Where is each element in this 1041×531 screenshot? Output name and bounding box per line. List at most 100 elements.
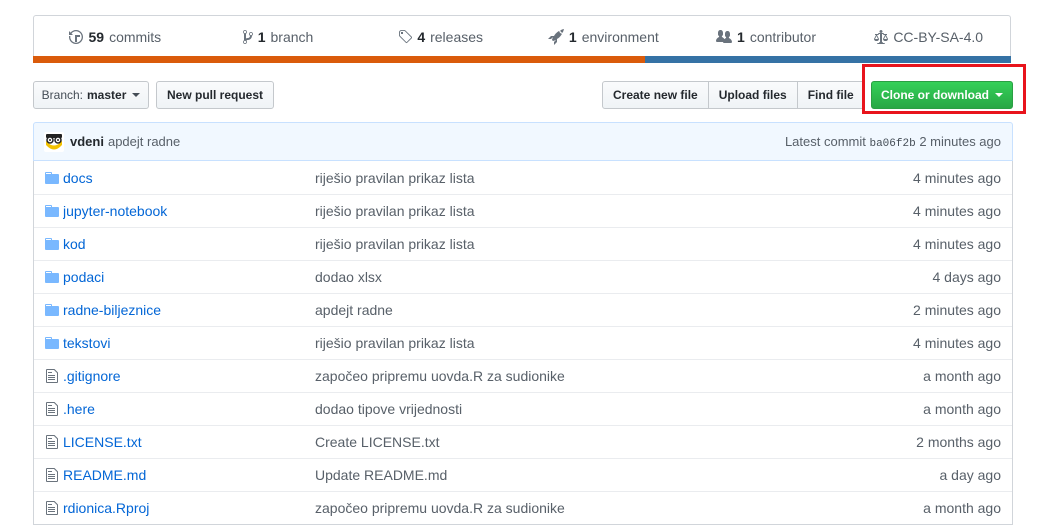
commits-label: commits bbox=[109, 28, 162, 45]
file-name-link[interactable]: .gitignore bbox=[63, 368, 315, 384]
commits-link[interactable]: 59 commits bbox=[34, 29, 197, 45]
file-name-link[interactable]: LICENSE.txt bbox=[63, 434, 315, 450]
file-commit-message[interactable]: riješio pravilan prikaz lista bbox=[315, 236, 841, 252]
file-icon bbox=[44, 434, 60, 450]
environments-count: 1 bbox=[568, 28, 577, 45]
releases-label: releases bbox=[430, 28, 484, 45]
file-commit-message[interactable]: Create LICENSE.txt bbox=[315, 434, 841, 450]
caret-down-icon bbox=[132, 93, 141, 97]
file-name-link[interactable]: .here bbox=[63, 401, 315, 417]
law-icon bbox=[874, 29, 889, 44]
file-age: 4 days ago bbox=[932, 269, 1002, 285]
folder-icon bbox=[44, 335, 60, 351]
file-row: .here dodao tipove vrijednosti a month ago bbox=[34, 392, 1012, 425]
folder-icon bbox=[44, 236, 60, 252]
avatar[interactable] bbox=[44, 131, 64, 152]
file-commit-message[interactable]: riješio pravilan prikaz lista bbox=[315, 335, 841, 351]
file-name-link[interactable]: podaci bbox=[63, 269, 315, 285]
file-icon bbox=[44, 500, 60, 516]
branch-icon bbox=[242, 29, 253, 44]
contributors-label: contributor bbox=[749, 28, 816, 45]
folder-icon bbox=[44, 203, 60, 219]
file-row: README.md Update README.md a day ago bbox=[34, 458, 1012, 491]
upload-files-button[interactable]: Upload files bbox=[707, 81, 798, 109]
rocket-icon bbox=[547, 28, 564, 45]
commit-author[interactable]: vdeni bbox=[70, 134, 104, 149]
file-commit-message[interactable]: dodao tipove vrijednosti bbox=[315, 401, 841, 417]
commit-message[interactable]: apdejt radne bbox=[108, 134, 180, 149]
environments-label: environment bbox=[581, 28, 659, 45]
contributors-count: 1 bbox=[737, 28, 745, 45]
license-label: CC-BY-SA-4.0 bbox=[893, 28, 984, 45]
branch-select-button[interactable]: Branch: master bbox=[33, 81, 149, 109]
file-age: a month ago bbox=[923, 500, 1001, 516]
file-actions-group: Create new file Upload files Find file bbox=[602, 81, 865, 109]
file-icon bbox=[44, 401, 60, 417]
language-segment-secondary bbox=[645, 56, 1011, 63]
folder-icon bbox=[44, 170, 60, 186]
file-row: radne-biljeznice apdejt radne 2 minutes ag… bbox=[34, 293, 1012, 326]
highlight-box bbox=[862, 64, 1026, 114]
latest-commit-info: Latest commit ba06f2b 2 minutes ago bbox=[785, 134, 1001, 150]
file-row: kod riješio pravilan prikaz lista 4 minute… bbox=[34, 227, 1012, 260]
releases-link[interactable]: 4 releases bbox=[359, 29, 522, 45]
file-icon bbox=[44, 467, 60, 483]
file-name-link[interactable]: jupyter-notebook bbox=[63, 203, 315, 219]
file-age: a day ago bbox=[939, 467, 1002, 483]
contributors-link[interactable]: 1 contributor bbox=[685, 29, 848, 45]
file-age: 4 minutes ago bbox=[913, 236, 1001, 252]
find-file-button[interactable]: Find file bbox=[796, 81, 865, 109]
branches-link[interactable]: 1 branch bbox=[197, 29, 360, 45]
file-row: podaci dodao xlsx 4 days ago bbox=[34, 260, 1012, 293]
file-row: .gitignore započeo pripremu uovda.R za su… bbox=[34, 359, 1012, 392]
file-row: tekstovi riješio pravilan prikaz lista 4 m… bbox=[34, 326, 1012, 359]
language-segment-primary bbox=[33, 56, 646, 63]
file-age: 2 minutes ago bbox=[913, 302, 1001, 318]
latest-commit-bar: vdeni apdejt radne Latest commit ba06f2b… bbox=[33, 122, 1013, 161]
file-age: 4 minutes ago bbox=[913, 335, 1001, 351]
history-icon bbox=[69, 29, 84, 44]
file-name-link[interactable]: rdionica.Rproj bbox=[63, 500, 315, 516]
environments-link[interactable]: 1 environment bbox=[522, 28, 685, 45]
file-commit-message[interactable]: riješio pravilan prikaz lista bbox=[315, 170, 841, 186]
file-row: LICENSE.txt Create LICENSE.txt 2 months ag… bbox=[34, 425, 1012, 458]
create-new-file-button[interactable]: Create new file bbox=[602, 81, 709, 109]
file-age: 2 months ago bbox=[916, 434, 1001, 450]
branches-count: 1 bbox=[257, 28, 266, 45]
file-name-link[interactable]: tekstovi bbox=[63, 335, 315, 351]
file-commit-message[interactable]: dodao xlsx bbox=[315, 269, 841, 285]
file-row: rdionica.Rproj započeo pripremu uovda.R z… bbox=[34, 491, 1012, 524]
language-bar[interactable] bbox=[33, 56, 1011, 63]
commit-age: 2 minutes ago bbox=[919, 133, 1001, 149]
latest-commit-label: Latest commit bbox=[784, 133, 866, 149]
tag-icon bbox=[399, 29, 413, 43]
people-icon bbox=[716, 29, 733, 43]
file-age: 4 minutes ago bbox=[913, 203, 1001, 219]
file-commit-message[interactable]: započeo pripremu uovda.R za sudionike bbox=[315, 500, 841, 516]
file-age: 4 minutes ago bbox=[913, 169, 1001, 186]
license-link[interactable]: CC-BY-SA-4.0 bbox=[847, 29, 1010, 45]
repo-summary: 59 commits 1 branch 4 releases 1 environ… bbox=[33, 15, 1011, 63]
file-commit-message[interactable]: apdejt radne bbox=[315, 302, 841, 318]
new-pull-request-button[interactable]: New pull request bbox=[156, 81, 274, 109]
file-commit-message[interactable]: riješio pravilan prikaz lista bbox=[315, 203, 841, 219]
file-commit-message[interactable]: Update README.md bbox=[315, 467, 841, 483]
folder-icon bbox=[44, 269, 60, 285]
commits-count: 59 bbox=[88, 28, 105, 45]
file-row: jupyter-notebook riješio pravilan prikaz … bbox=[34, 194, 1012, 227]
file-row: docs riješio pravilan prikaz lista 4 minut… bbox=[34, 161, 1012, 194]
commit-sha[interactable]: ba06f2b bbox=[869, 138, 915, 150]
file-name-link[interactable]: README.md bbox=[63, 467, 315, 483]
file-age: a month ago bbox=[923, 368, 1001, 384]
folder-icon bbox=[44, 302, 60, 318]
releases-count: 4 bbox=[417, 28, 426, 45]
branches-label: branch bbox=[270, 28, 314, 45]
file-commit-message[interactable]: započeo pripremu uovda.R za sudionike bbox=[315, 368, 841, 384]
file-list: docs riješio pravilan prikaz lista 4 minut… bbox=[33, 161, 1013, 525]
file-age: a month ago bbox=[923, 401, 1001, 417]
file-name-link[interactable]: kod bbox=[63, 236, 315, 252]
branch-name: master bbox=[87, 88, 127, 102]
file-name-link[interactable]: radne-biljeznice bbox=[63, 302, 315, 318]
file-icon bbox=[44, 368, 60, 384]
file-name-link[interactable]: docs bbox=[63, 170, 315, 186]
